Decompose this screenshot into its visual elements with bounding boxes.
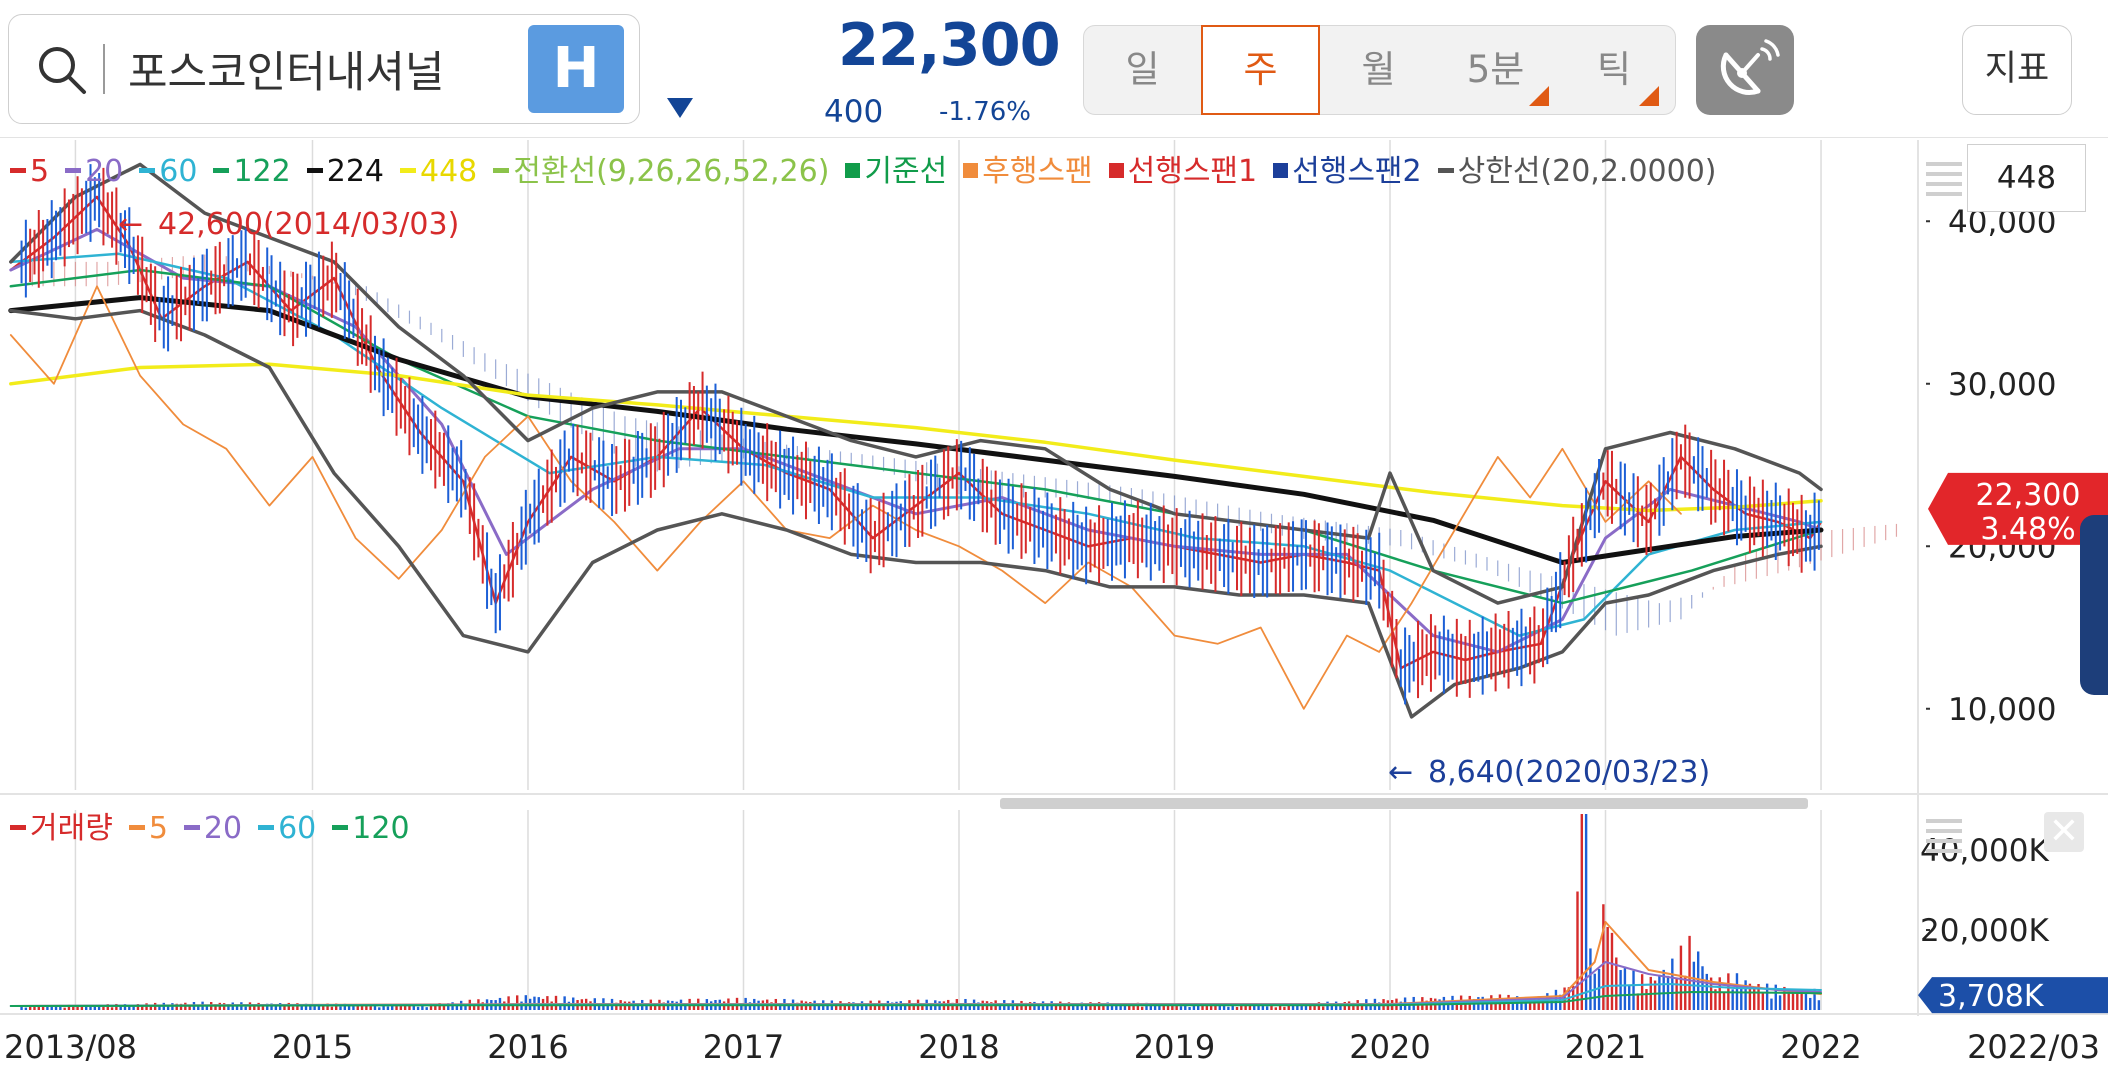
legend-label: 448 xyxy=(420,154,478,189)
legend-marker xyxy=(128,825,145,830)
legend-marker xyxy=(400,168,416,173)
legend-marker xyxy=(332,825,349,830)
x-axis-label: 2022 xyxy=(1780,1028,1861,1066)
price-axis-label: 10,000 xyxy=(1948,692,2056,728)
legend-marker xyxy=(1437,168,1454,173)
legend-item: 120 xyxy=(332,811,421,846)
legend-marker xyxy=(1108,163,1124,178)
legend-marker xyxy=(1273,163,1289,178)
legend-label: 122 xyxy=(233,154,291,189)
legend-marker xyxy=(139,168,156,173)
legend-item: 선행스팬2 xyxy=(1273,154,1434,189)
x-axis-label: 2019 xyxy=(1134,1028,1215,1066)
legend-item: 거래량 xyxy=(10,811,125,846)
legend-label: 5 xyxy=(30,154,50,189)
legend-label: 20 xyxy=(85,154,124,189)
volume-legend: 거래량 5 20 60 120 xyxy=(10,803,426,847)
x-axis-label: 2018 xyxy=(918,1028,999,1066)
side-panel-handle[interactable] xyxy=(2080,515,2108,695)
volume-axis-label: 20,000K xyxy=(1920,913,2049,949)
legend-item: 전환선(9,26,26,52,26) xyxy=(493,154,841,189)
annotation-label: 42,600(2014/03/03) xyxy=(158,207,459,242)
legend-label: 224 xyxy=(326,154,384,189)
menu-icon[interactable] xyxy=(1926,162,1962,166)
x-axis-label: 2021 xyxy=(1565,1028,1646,1066)
legend-label: 전환선(9,26,26,52,26) xyxy=(513,154,830,189)
current-volume-label: 3,708K xyxy=(1938,979,2045,1014)
legend-item: 기준선 xyxy=(845,154,959,189)
legend-label: 상한선(20,2.0000) xyxy=(1457,154,1717,189)
legend-label: 선행스팬2 xyxy=(1292,154,1422,189)
legend-marker xyxy=(65,168,82,173)
legend-item: 60 xyxy=(258,811,328,846)
legend-label: 거래량 xyxy=(30,811,113,846)
price-legend: 5 20 60 122 224 448 전환선(9,26,26,52,26) 기준선 후행스팬 선… xyxy=(10,146,1733,190)
legend-item: 후행스팬 xyxy=(963,154,1104,189)
annotation-label: 8,640(2020/03/23) xyxy=(1428,755,1710,790)
legend-marker xyxy=(10,168,26,173)
x-axis-label: 2016 xyxy=(487,1028,568,1066)
menu-icon[interactable] xyxy=(1926,819,1962,823)
menu-icon[interactable] xyxy=(1926,839,1962,843)
menu-icon[interactable] xyxy=(1926,192,1962,196)
x-axis-label: 2013/08 xyxy=(4,1028,137,1066)
menu-icon[interactable] xyxy=(1926,849,1962,853)
close-icon[interactable]: ✕ xyxy=(2044,812,2084,852)
legend-marker xyxy=(845,163,861,178)
legend-marker xyxy=(10,825,26,830)
legend-marker xyxy=(183,825,200,830)
legend-item: 224 xyxy=(306,154,396,189)
legend-label: 선행스팬1 xyxy=(1127,154,1258,189)
annotation-arrow: ← xyxy=(118,207,143,242)
legend-label: 기준선 xyxy=(864,154,948,189)
x-axis-label: 2017 xyxy=(703,1028,784,1066)
legend-label: 20 xyxy=(203,811,243,846)
legend-label: 60 xyxy=(278,811,317,846)
legend-marker xyxy=(258,825,275,830)
chart-scrollbar[interactable] xyxy=(1000,798,1808,809)
legend-item: 448 xyxy=(400,154,489,189)
legend-marker xyxy=(963,163,979,178)
legend-item: 5 xyxy=(10,154,61,189)
legend-item: 20 xyxy=(183,811,254,846)
current-pct-label: 3.48% xyxy=(1980,512,2075,547)
x-axis-label: 2015 xyxy=(272,1028,353,1066)
legend-item: 60 xyxy=(139,154,209,189)
legend-marker xyxy=(306,168,323,173)
current-price-label: 22,300 xyxy=(1976,478,2081,513)
legend-item: 선행스팬1 xyxy=(1108,154,1270,189)
annotation-arrow: ← xyxy=(1388,755,1413,790)
legend-item: 5 xyxy=(128,811,180,846)
legend-item: 122 xyxy=(213,154,302,189)
x-axis-label: 2020 xyxy=(1349,1028,1430,1066)
legend-marker xyxy=(493,168,510,173)
legend-label: 후행스팬 xyxy=(982,154,1093,189)
legend-item: 20 xyxy=(65,154,135,189)
legend-label: 120 xyxy=(352,811,410,846)
legend-label: 60 xyxy=(159,154,198,189)
ma-period-input[interactable]: 448 xyxy=(1967,144,2086,212)
x-axis-label: 2022/03 xyxy=(1967,1028,2100,1066)
legend-item: 상한선(20,2.0000) xyxy=(1437,154,1729,189)
price-axis-label: 30,000 xyxy=(1948,367,2056,403)
legend-marker xyxy=(213,168,230,173)
menu-icon[interactable] xyxy=(1926,182,1962,186)
menu-icon[interactable] xyxy=(1926,829,1962,833)
legend-label: 5 xyxy=(148,811,168,846)
menu-icon[interactable] xyxy=(1926,172,1962,176)
